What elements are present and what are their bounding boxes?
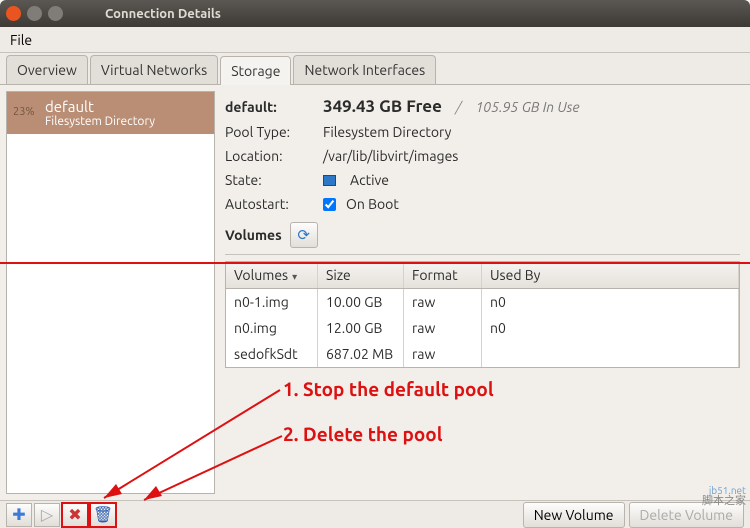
trash-icon: 🗑 [93,505,113,524]
table-header-row: Volumes Size Format Used By [226,262,739,289]
pool-sep: / [456,99,462,115]
vol-size: 687.02 MB [318,341,404,367]
bottom-toolbar: ✚ ▷ ✖ 🗑 New Volume Delete Volume [0,500,750,528]
start-pool-button[interactable]: ▷ [34,503,60,527]
pool-item-subtype: Filesystem Directory [45,115,206,128]
window-titlebar: Connection Details [0,0,750,27]
vol-size: 10.00 GB [318,289,404,315]
pool-usage-percent: 23% [13,106,35,118]
vol-usedby: n0 [482,289,739,315]
vol-usedby: n0 [482,315,739,341]
volumes-table: Volumes Size Format Used By n0-1.img 10.… [225,261,740,368]
col-size[interactable]: Size [318,262,404,288]
delete-pool-button[interactable]: 🗑 [90,503,116,527]
menu-file[interactable]: File [10,32,32,48]
content-area: 23% default Filesystem Directory default… [0,85,750,500]
window-close-button[interactable] [6,6,21,21]
annotation-line [0,262,750,264]
monitor-icon [323,175,336,186]
vol-usedby [482,341,739,367]
tab-virtual-networks[interactable]: Virtual Networks [90,55,218,84]
col-usedby[interactable]: Used By [482,262,739,288]
pool-list-item-default[interactable]: 23% default Filesystem Directory [7,92,214,134]
plus-icon: ✚ [12,505,25,524]
pool-inuse: 105.95 GB In Use [475,99,579,115]
pool-free: 349.43 GB Free [323,97,442,116]
tab-overview[interactable]: Overview [6,55,88,84]
window-maximize-button[interactable] [48,6,63,21]
window-title: Connection Details [105,7,221,21]
pool-item-name: default [45,98,206,115]
pool-location-value: /var/lib/libvirt/images [323,148,458,164]
pool-autostart-value: On Boot [346,196,399,212]
window-minimize-button[interactable] [27,6,42,21]
pool-type-label: Pool Type: [225,124,313,140]
col-volumes[interactable]: Volumes [226,262,318,288]
vol-format: raw [404,315,482,341]
pool-location-label: Location: [225,148,313,164]
vol-format: raw [404,341,482,367]
new-volume-button[interactable]: New Volume [523,502,625,528]
table-row[interactable]: sedofkSdt 687.02 MB raw [226,341,739,367]
stop-icon: ✖ [68,505,81,524]
col-format[interactable]: Format [404,262,482,288]
autostart-checkbox[interactable] [323,198,336,211]
pool-name-label: default: [225,99,313,115]
tab-network-interfaces[interactable]: Network Interfaces [293,55,436,84]
tab-strip: Overview Virtual Networks Storage Networ… [0,53,750,85]
table-row[interactable]: n0.img 12.00 GB raw n0 [226,315,739,341]
stop-pool-button[interactable]: ✖ [62,503,88,527]
vol-name: n0.img [226,315,318,341]
tab-storage[interactable]: Storage [220,56,291,85]
pool-autostart-label: Autostart: [225,196,313,212]
pool-type-value: Filesystem Directory [323,124,451,140]
menubar: File [0,27,750,53]
vol-name: sedofkSdt [226,341,318,367]
refresh-icon: ⟳ [297,226,310,244]
refresh-volumes-button[interactable]: ⟳ [290,222,318,248]
vol-name: n0-1.img [226,289,318,315]
volumes-heading: Volumes [225,227,282,243]
pool-state-value: Active [350,172,389,188]
table-row[interactable]: n0-1.img 10.00 GB raw n0 [226,289,739,315]
pool-state-label: State: [225,172,313,188]
pool-list: 23% default Filesystem Directory [6,91,215,494]
play-icon: ▷ [41,505,53,524]
watermark-text: 脚本之家 [702,492,746,508]
vol-size: 12.00 GB [318,315,404,341]
add-pool-button[interactable]: ✚ [6,503,32,527]
pool-detail: default: 349.43 GB Free / 105.95 GB In U… [215,85,750,500]
vol-format: raw [404,289,482,315]
